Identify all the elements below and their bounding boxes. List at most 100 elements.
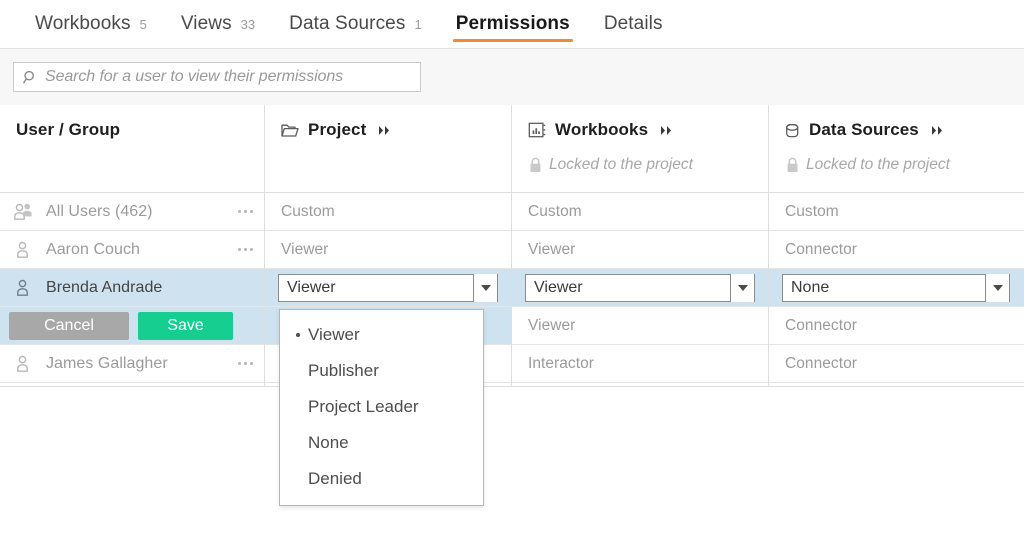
tab-permissions[interactable]: Permissions: [439, 0, 587, 48]
table-bottom-border: [0, 386, 1024, 387]
dropdown-option-label: Denied: [308, 469, 362, 489]
table-cell-project[interactable]: Viewer: [265, 231, 511, 269]
dropdown-option-viewer[interactable]: Viewer: [280, 317, 483, 353]
dropdown-option-label: Viewer: [308, 325, 360, 345]
chevron-down-icon[interactable]: [473, 274, 497, 302]
workbook-icon: [528, 122, 546, 138]
table-cell-workbooks[interactable]: Viewer: [512, 307, 768, 345]
permission-value: Custom: [512, 203, 582, 221]
search-input[interactable]: Search for a user to view their permissi…: [13, 62, 421, 92]
permissions-page: Workbooks 5 Views 33 Data Sources 1 Perm…: [0, 0, 1024, 553]
column-title: Data Sources: [809, 120, 919, 140]
column-header-data-sources: Data Sources Locked to the project: [769, 105, 1024, 193]
tab-count: 5: [140, 1, 147, 49]
table-row[interactable]: James Gallagher: [0, 345, 264, 383]
table-cell-data-sources[interactable]: Connector: [769, 307, 1024, 345]
expand-column-icon[interactable]: [931, 125, 945, 136]
column-data-sources: Data Sources Locked to the project Custo…: [769, 105, 1024, 383]
folder-icon: [281, 123, 299, 138]
table-cell-project-editing[interactable]: Viewer: [265, 269, 511, 307]
lock-icon: [529, 157, 542, 173]
row-action-bar: Cancel Save: [0, 307, 264, 345]
dropdown-option-label: Project Leader: [308, 397, 419, 417]
cancel-button[interactable]: Cancel: [9, 312, 129, 340]
search-toolbar: Search for a user to view their permissi…: [0, 49, 1024, 105]
user-icon: [13, 279, 35, 297]
column-workbooks: Workbooks Locked to the project Custom: [512, 105, 768, 383]
tab-details[interactable]: Details: [587, 0, 680, 48]
tab-views[interactable]: Views 33: [164, 0, 272, 48]
dropdown-option-none[interactable]: None: [280, 425, 483, 461]
user-name: James Gallagher: [46, 355, 238, 373]
tab-label: Details: [604, 0, 663, 48]
user-icon: [13, 355, 35, 373]
user-icon: [13, 241, 35, 259]
search-placeholder: Search for a user to view their permissi…: [45, 68, 343, 86]
active-tab-indicator: [453, 39, 573, 42]
expand-column-icon[interactable]: [378, 125, 392, 136]
selected-bullet-icon: [296, 333, 300, 337]
select-value: Viewer: [279, 279, 336, 297]
table-cell-data-sources[interactable]: Connector: [769, 345, 1024, 383]
database-icon: [785, 122, 800, 139]
locked-note: Locked to the project: [806, 156, 950, 174]
tab-bar: Workbooks 5 Views 33 Data Sources 1 Perm…: [0, 0, 1024, 48]
lock-icon: [786, 157, 799, 173]
tab-workbooks[interactable]: Workbooks 5: [18, 0, 164, 48]
expand-column-icon[interactable]: [660, 125, 674, 136]
row-menu-icon[interactable]: [238, 362, 253, 365]
user-name: Aaron Couch: [46, 241, 238, 259]
permission-value: Viewer: [512, 317, 575, 335]
select-value: None: [783, 279, 829, 297]
permission-value: Viewer: [512, 241, 575, 259]
permission-value: Custom: [265, 203, 335, 221]
group-icon: [13, 203, 35, 221]
permission-value: Custom: [769, 203, 839, 221]
dropdown-option-denied[interactable]: Denied: [280, 461, 483, 497]
dropdown-option-project-leader[interactable]: Project Leader: [280, 389, 483, 425]
permission-value: Connector: [769, 317, 857, 335]
save-button[interactable]: Save: [138, 312, 233, 340]
table-cell-data-sources[interactable]: Custom: [769, 193, 1024, 231]
project-permission-select[interactable]: Viewer: [278, 274, 498, 302]
permission-value: Connector: [769, 241, 857, 259]
permission-value: Connector: [769, 355, 857, 373]
table-cell-data-sources-editing[interactable]: None: [769, 269, 1024, 307]
tab-count: 33: [241, 1, 255, 49]
table-cell-workbooks[interactable]: Custom: [512, 193, 768, 231]
column-header-workbooks: Workbooks Locked to the project: [512, 105, 768, 193]
chevron-down-icon[interactable]: [730, 274, 754, 302]
column-title: User / Group: [16, 120, 120, 140]
column-user-group: User / Group All Users (462) Aaron: [0, 105, 264, 383]
select-value: Viewer: [526, 279, 583, 297]
table-row[interactable]: Aaron Couch: [0, 231, 264, 269]
table-cell-workbooks[interactable]: Viewer: [512, 231, 768, 269]
locked-note: Locked to the project: [549, 156, 693, 174]
search-icon: [23, 70, 38, 85]
table-cell-workbooks[interactable]: Interactor: [512, 345, 768, 383]
table-row-selected[interactable]: Brenda Andrade: [0, 269, 264, 307]
tab-count: 1: [414, 1, 421, 49]
dropdown-option-label: None: [308, 433, 349, 453]
permission-value: Interactor: [512, 355, 594, 373]
row-menu-icon[interactable]: [238, 248, 253, 251]
data-sources-permission-select[interactable]: None: [782, 274, 1010, 302]
table-cell-project[interactable]: Custom: [265, 193, 511, 231]
table-cell-workbooks-editing[interactable]: Viewer: [512, 269, 768, 307]
chevron-down-icon[interactable]: [985, 274, 1009, 302]
workbooks-permission-select[interactable]: Viewer: [525, 274, 755, 302]
tab-label: Data Sources: [289, 0, 405, 48]
user-name: Brenda Andrade: [46, 279, 253, 297]
table-cell-data-sources[interactable]: Connector: [769, 231, 1024, 269]
project-permission-dropdown: Viewer Publisher Project Leader None Den…: [279, 309, 484, 506]
table-row[interactable]: All Users (462): [0, 193, 264, 231]
tab-data-sources[interactable]: Data Sources 1: [272, 0, 439, 48]
dropdown-option-label: Publisher: [308, 361, 379, 381]
tab-label: Views: [181, 0, 232, 48]
row-menu-icon[interactable]: [238, 210, 253, 213]
column-title: Workbooks: [555, 120, 648, 140]
dropdown-option-publisher[interactable]: Publisher: [280, 353, 483, 389]
permission-value: Viewer: [265, 241, 328, 259]
tab-label: Workbooks: [35, 0, 131, 48]
column-header-user-group: User / Group: [0, 105, 264, 193]
